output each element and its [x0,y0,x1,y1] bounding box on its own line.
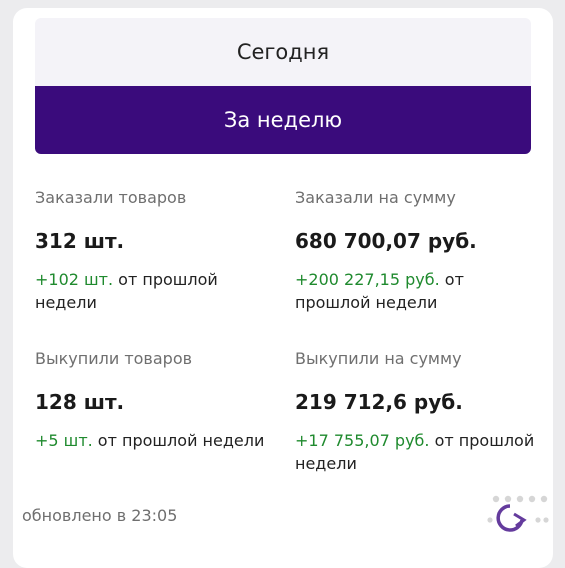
metric-change: +5 шт. от прошлой недели [35,429,275,452]
tab-week[interactable]: За неделю [35,86,531,154]
metric-change: +200 227,15 руб. от прошлой недели [295,268,535,314]
tab-today[interactable]: Сегодня [35,18,531,86]
metric-value: 128 шт. [35,390,125,414]
metric-value: 312 шт. [35,229,125,253]
metric-delta: +200 227,15 руб. [295,270,440,289]
metric-change: +102 шт. от прошлой недели [35,268,275,314]
metric-change: +17 755,07 руб. от прошлой недели [295,429,535,475]
metric-label: Заказали товаров [35,188,187,207]
metric-delta-suffix: от прошлой недели [92,431,265,450]
metric-label: Выкупили товаров [35,349,193,368]
watermark-logo-icon [487,495,549,532]
metric-delta: +5 шт. [35,431,93,450]
metric-value: 680 700,07 руб. [295,229,477,253]
metric-bought-items: Выкупили товаров 128 шт. +5 шт. от прошл… [35,349,275,452]
metric-bought-sum: Выкупили на сумму 219 712,6 руб. +17 755… [295,349,535,475]
metric-label: Выкупили на сумму [295,349,462,368]
metric-delta: +17 755,07 руб. [295,431,430,450]
stats-card: Сегодня За неделю Заказали товаров 312 ш… [13,8,553,568]
metric-ordered-sum: Заказали на сумму 680 700,07 руб. +200 2… [295,188,535,314]
metric-label: Заказали на сумму [295,188,456,207]
metric-ordered-items: Заказали товаров 312 шт. +102 шт. от про… [35,188,275,314]
metric-value: 219 712,6 руб. [295,390,463,414]
metric-delta: +102 шт. [35,270,114,289]
updated-timestamp: обновлено в 23:05 [22,506,178,525]
